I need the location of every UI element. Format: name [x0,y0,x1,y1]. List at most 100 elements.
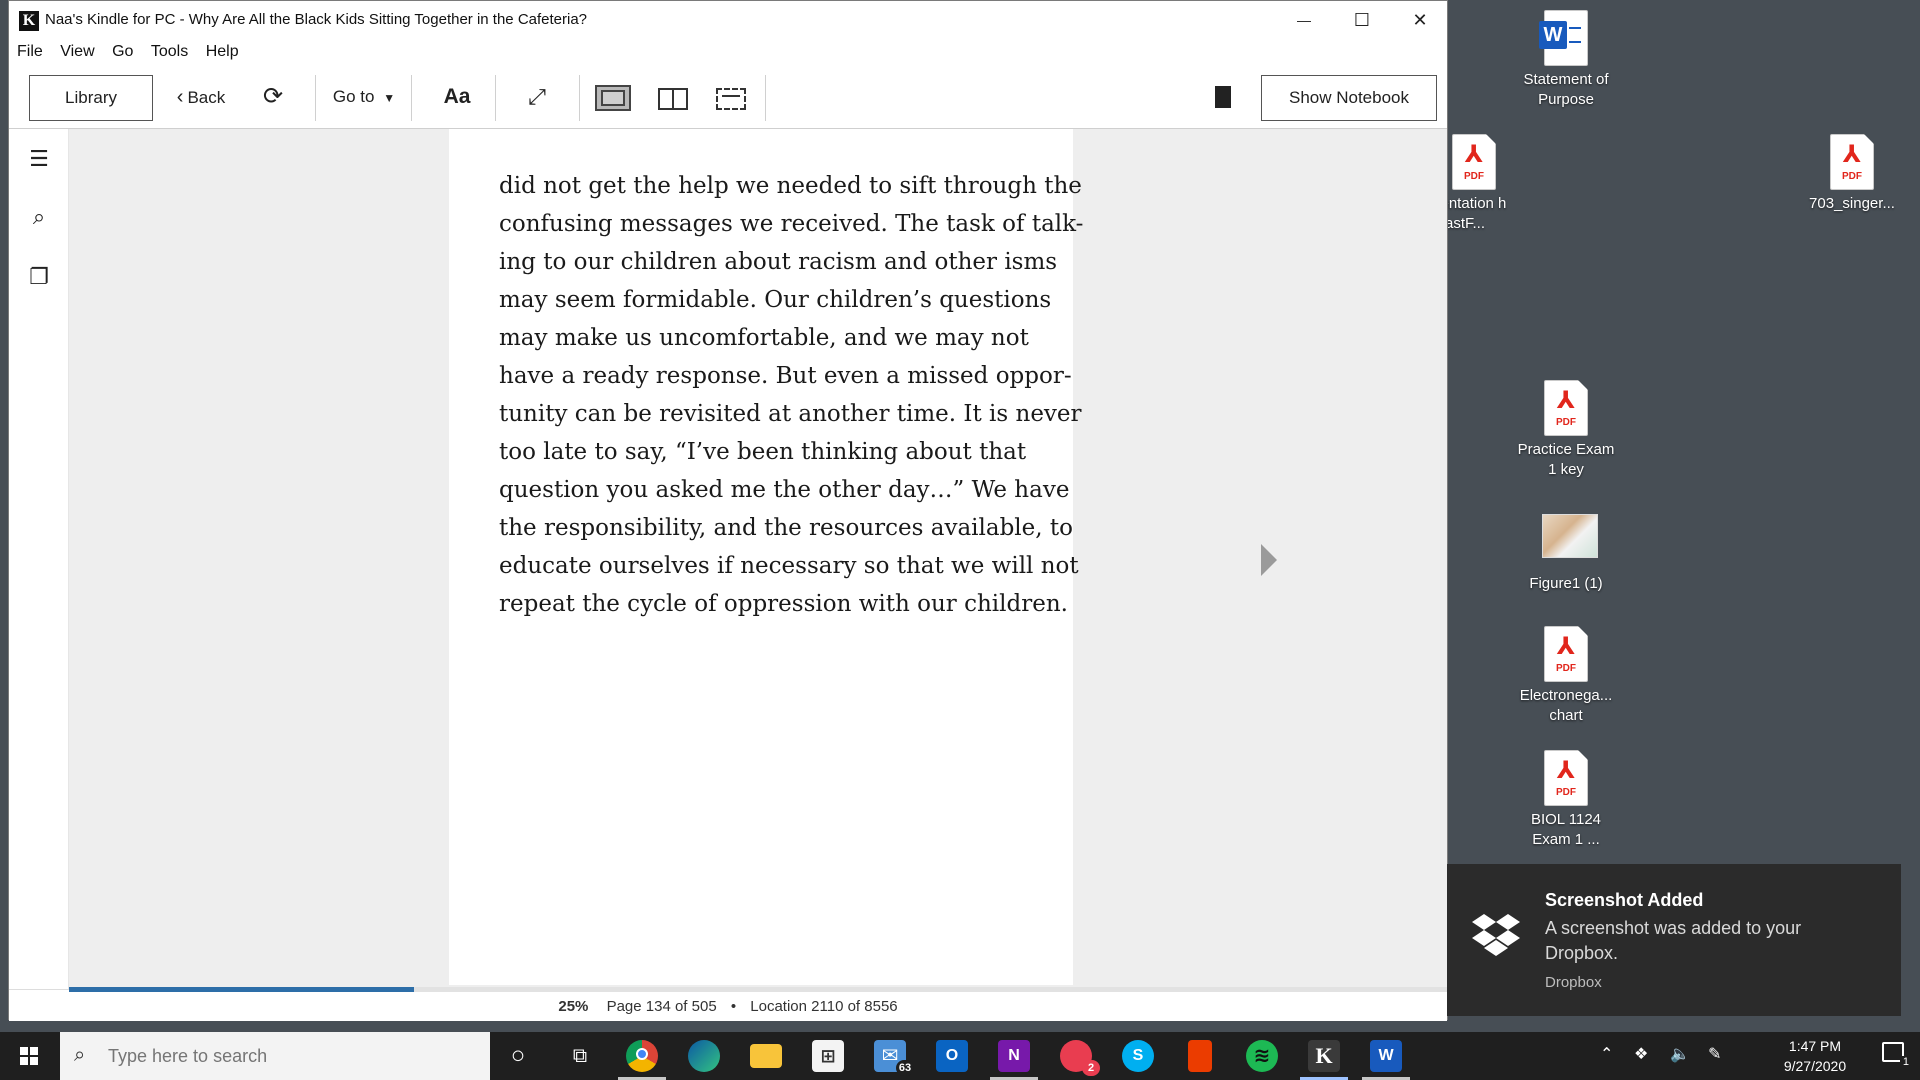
show-notebook-button[interactable]: Show Notebook [1261,75,1437,121]
toast-title: Screenshot Added [1545,890,1704,910]
text-line: confusing messages we received. The task… [499,211,1084,237]
font-settings-button[interactable]: Aa [429,75,485,121]
page-indicator: Page 134 of 505 [606,998,717,1015]
maximize-button[interactable]: ☐ [1333,1,1391,41]
menu-tools[interactable]: Tools [151,41,188,61]
pen-icon[interactable]: ✎ [1708,1044,1721,1064]
goto-label: Go to [332,87,375,106]
table-of-contents-icon[interactable]: ☰ [25,145,53,173]
word-taskbar-icon[interactable]: W [1370,1040,1402,1072]
action-center-badge: 1 [1899,1056,1912,1068]
desktop-icon-label: Practice Exam 1 key [1517,441,1615,478]
cortana-icon[interactable]: ○ [502,1040,534,1072]
next-page-arrow-icon[interactable] [1261,544,1277,576]
minimize-button[interactable]: — [1275,1,1333,41]
reading-progress-bar[interactable] [69,987,1447,992]
pdf-file-icon: ⅄ PDF [1830,134,1874,190]
status-bar: 25% Page 134 of 505 • Location 2110 of 8… [9,987,1447,1021]
clock-time: 1:47 PM [1788,1038,1842,1054]
onenote-icon[interactable]: N [998,1040,1030,1072]
desktop-icon-703-singer[interactable]: ⅄ PDF 703_singer... [1800,134,1904,214]
flashcards-icon[interactable]: ❐ [25,263,53,291]
taskbar-search[interactable]: ⌕ [60,1032,490,1080]
office-icon[interactable] [1188,1040,1212,1072]
menu-view[interactable]: View [60,41,94,61]
pdf-file-icon: ⅄ PDF [1544,626,1588,682]
system-tray: ⌃ ❖ 🔈 ✎ 1:47 PM 9/27/2020 1 [1590,1032,1920,1080]
single-column-view-button[interactable] [595,85,631,111]
skype-icon[interactable]: S [1122,1040,1154,1072]
kindle-window: K Naa's Kindle for PC - Why Are All the … [8,0,1448,1021]
pdf-file-icon: ⅄ PDF [1452,134,1496,190]
text-line: may make us uncomfortable, and we may no… [499,325,1029,351]
title-bar[interactable]: K Naa's Kindle for PC - Why Are All the … [9,1,1447,41]
show-hidden-icons-chevron-up-icon[interactable]: ⌃ [1600,1044,1613,1064]
text-line: the responsibility, and the resources av… [499,515,1073,541]
outlook-icon[interactable]: O [936,1040,968,1072]
two-column-view-button[interactable] [655,85,691,111]
clock[interactable]: 1:47 PM 9/27/2020 [1770,1036,1860,1076]
text-line: may seem formidable. Our children’s ques… [499,287,1052,313]
desktop-icon-practice-exam[interactable]: ⅄ PDF Practice Exam 1 key [1514,380,1618,480]
pdf-file-icon: ⅄ PDF [1544,380,1588,436]
menu-file[interactable]: File [17,41,43,61]
menu-go[interactable]: Go [112,41,133,61]
status-text: 25% Page 134 of 505 • Location 2110 of 8… [9,998,1447,1015]
back-button[interactable]: ‹ Back [169,75,233,121]
chrome-icon[interactable] [626,1040,658,1072]
bookmark-add-icon [1215,86,1231,108]
desktop-icon-biol-exam[interactable]: ⅄ PDF BIOL 1124 Exam 1 ... [1514,750,1618,850]
text-line: have a ready response. But even a missed… [499,363,1072,389]
mail-badge: 63 [896,1060,914,1076]
edge-icon[interactable] [688,1040,720,1072]
search-icon: ⌕ [74,1044,86,1066]
desktop-icon-statement-of-purpose[interactable]: W Statement of Purpose [1514,10,1618,110]
clock-date: 9/27/2020 [1783,1058,1847,1074]
kindle-taskbar-icon[interactable]: K [1308,1040,1340,1072]
desktop-icon-label: BIOL 1124 Exam 1 ... [1530,811,1602,848]
left-rail: ☰ ⌕ ❐ [9,129,69,991]
single-page-icon [601,90,625,106]
desktop-icon-electronegativity[interactable]: ⅄ PDF Electronega... chart [1514,626,1618,726]
desktop-icon-figure1[interactable]: Figure1 (1) [1514,508,1618,594]
taskbar-search-input[interactable] [108,1042,468,1070]
page-flip-icon [716,88,746,110]
page-text: did not get the help we needed to sift t… [499,167,1084,623]
spotify-icon[interactable]: ≋ [1246,1040,1278,1072]
close-button[interactable]: ✕ [1391,1,1449,41]
volume-icon[interactable]: 🔈 [1670,1044,1690,1064]
kindle-app-icon: K [19,11,39,31]
goto-button[interactable]: Go to ▼ [327,75,401,121]
progress-percent: 25% [558,998,589,1015]
add-bookmark-button[interactable] [1205,75,1241,121]
file-explorer-icon[interactable] [750,1044,782,1068]
text-line: educate ourselves if necessary so that w… [499,553,1079,579]
task-view-icon[interactable]: ⧉ [564,1040,596,1072]
dropbox-tray-icon[interactable]: ❖ [1634,1044,1648,1064]
search-icon[interactable]: ⌕ [25,203,53,231]
reading-area[interactable]: did not get the help we needed to sift t… [69,129,1447,991]
sync-icon: ⟳ [262,83,284,110]
library-button[interactable]: Library [29,75,153,121]
notification-app-icon[interactable]: 2 [1060,1040,1100,1076]
microsoft-store-icon[interactable]: ⊞ [812,1040,844,1072]
image-thumbnail-icon [1542,514,1598,558]
sync-button[interactable]: ⟳ [253,75,293,121]
menu-bar: File View Go Tools Help [9,41,1447,67]
menu-help[interactable]: Help [206,41,239,61]
desktop-icon-label: Figure1 (1) [1529,575,1603,592]
toast-body: A screenshot was added to your Dropbox. [1545,918,1802,963]
desktop-icon-label: 703_singer... [1809,195,1895,212]
text-line: did not get the help we needed to sift t… [499,173,1082,199]
page-flip-view-button[interactable] [713,85,749,111]
status-separator: • [730,998,737,1015]
text-line: too late to say, “I’ve been thinking abo… [499,439,1027,465]
mail-icon[interactable]: ✉ 63 [874,1040,914,1076]
dropbox-notification[interactable]: Screenshot Added A screenshot was added … [1447,864,1901,1016]
fullscreen-button[interactable]: ⤢ [517,75,557,121]
pdf-file-icon: ⅄ PDF [1544,750,1588,806]
dropbox-logo-icon [1472,914,1520,956]
toast-source: Dropbox [1545,974,1602,991]
text-line: tunity can be revisited at another time.… [499,401,1082,427]
start-button[interactable] [0,1032,58,1080]
